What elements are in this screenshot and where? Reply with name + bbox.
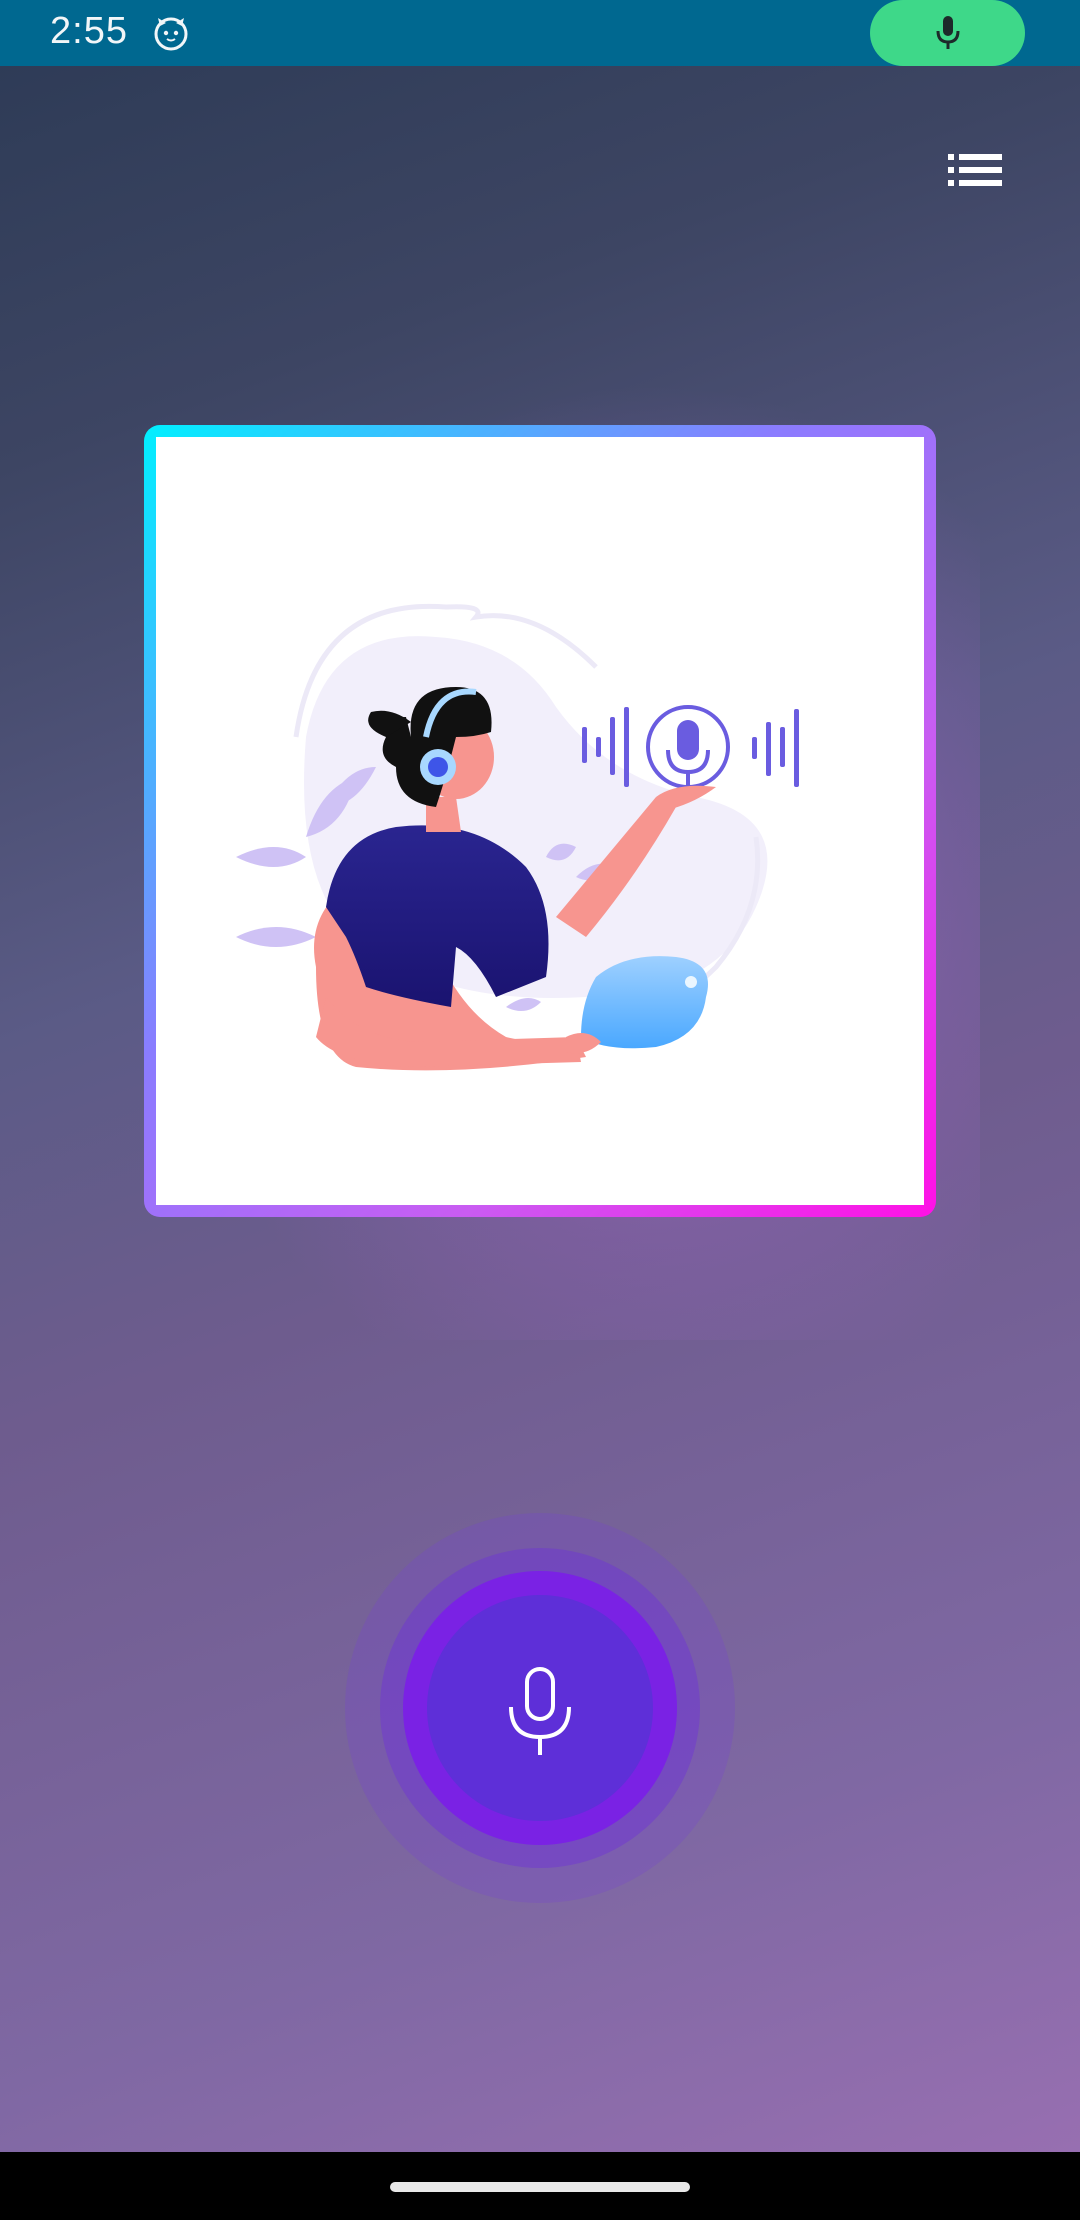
list-icon[interactable] — [948, 152, 1002, 188]
record-button[interactable] — [345, 1513, 735, 1903]
status-time: 2:55 — [50, 10, 128, 52]
navigation-bar — [0, 2152, 1080, 2220]
status-bar: 2:55 — [0, 0, 1080, 66]
illustration-frame — [156, 437, 924, 1205]
illustration-card — [144, 425, 936, 1217]
home-gesture-handle[interactable] — [390, 2182, 690, 2192]
mic-in-use-indicator[interactable] — [870, 0, 1025, 66]
cat-face-icon — [154, 17, 188, 51]
voice-assistant-illustration — [236, 603, 799, 1071]
microphone-icon — [936, 16, 959, 49]
microphone-icon — [509, 1667, 571, 1755]
